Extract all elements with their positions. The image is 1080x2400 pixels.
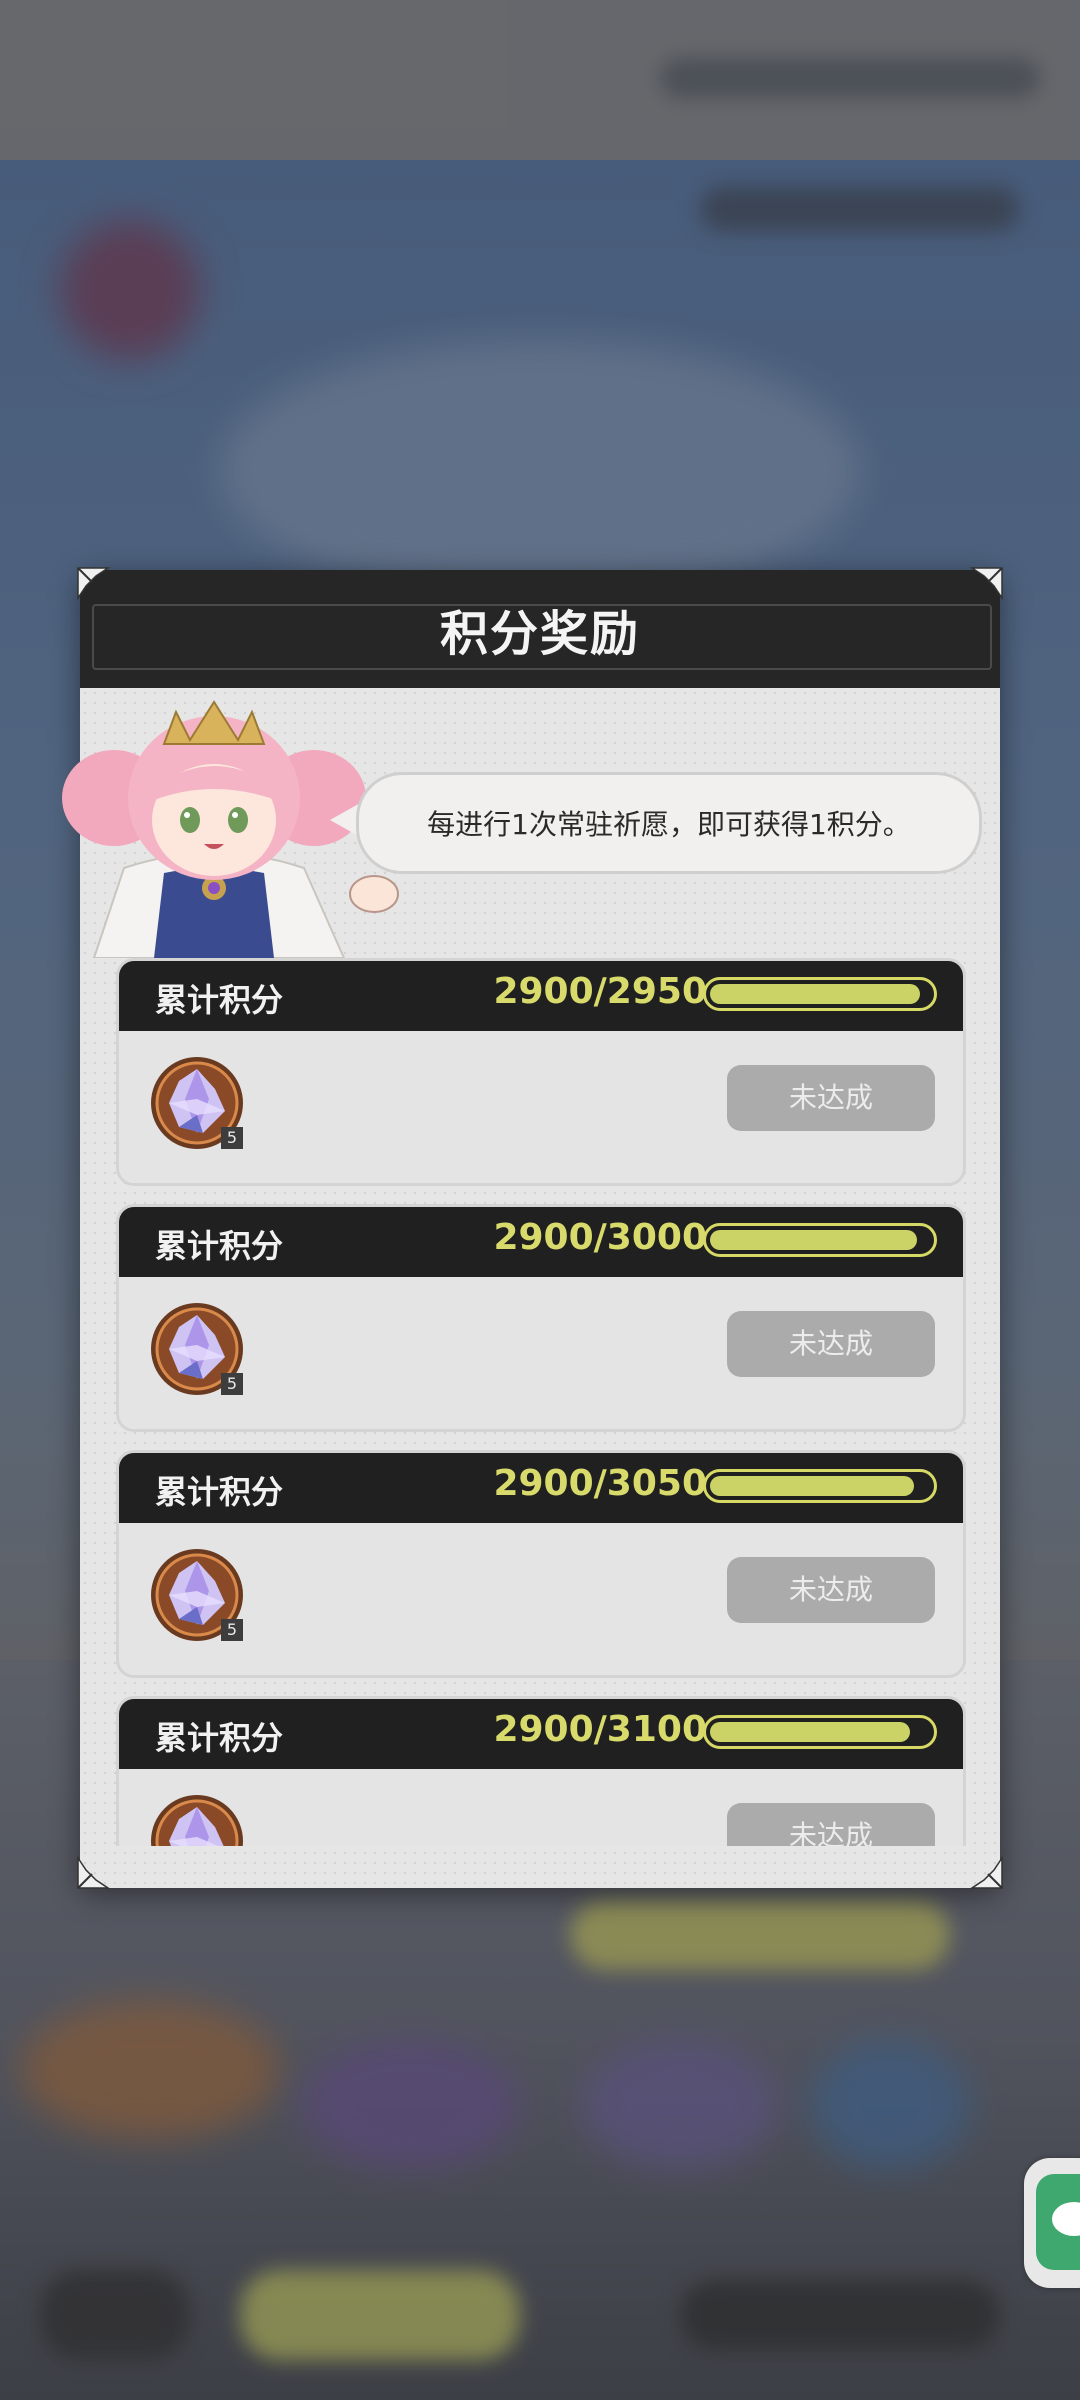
- points-progress-text: 2900/3100: [493, 1709, 707, 1750]
- modal-header: 积分奖励: [80, 570, 1000, 688]
- corner-ornament-icon: [76, 566, 110, 600]
- points-progress-text: 2900/3000: [493, 1217, 707, 1258]
- not-achieved-button[interactable]: 未达成: [727, 1065, 935, 1131]
- corner-ornament-icon: [970, 566, 1004, 600]
- cumulative-points-label: 累计积分: [155, 981, 284, 1019]
- points-progress-bar: [703, 1223, 937, 1257]
- progress-bar-fill: [710, 1230, 917, 1250]
- not-achieved-button[interactable]: 未达成: [727, 1557, 935, 1623]
- reward-quantity-badge: 5: [221, 1619, 243, 1641]
- points-progress-bar: [703, 1469, 937, 1503]
- cumulative-points-label: 累计积分: [155, 1227, 284, 1265]
- progress-bar-fill: [710, 1476, 914, 1496]
- hint-text: 每进行1次常驻祈愿，即可获得1积分。: [427, 808, 911, 841]
- points-progress-text: 2900/3050: [493, 1463, 707, 1504]
- corner-ornament-icon: [76, 1856, 110, 1890]
- reward-card: 累计积分 2900/3000 5 未达成: [116, 1204, 966, 1432]
- reward-list[interactable]: 累计积分 2900/2950 5 未达成 累计积分 2900/3000 5 未达…: [116, 958, 966, 1846]
- not-achieved-button[interactable]: 未达成: [727, 1803, 935, 1846]
- floating-chat-button[interactable]: [1024, 2158, 1080, 2288]
- not-achieved-button[interactable]: 未达成: [727, 1311, 935, 1377]
- points-progress-bar: [703, 977, 937, 1011]
- points-progress-bar: [703, 1715, 937, 1749]
- reward-card-header: 累计积分 2900/3000: [119, 1207, 963, 1277]
- points-progress-text: 2900/2950: [493, 971, 707, 1012]
- reward-quantity-badge: 5: [221, 1373, 243, 1395]
- progress-bar-fill: [710, 984, 921, 1004]
- crystal-gem-icon[interactable]: [149, 1793, 245, 1846]
- speech-bubble: 每进行1次常驻祈愿，即可获得1积分。: [356, 772, 982, 874]
- reward-card: 累计积分 2900/2950 5 未达成: [116, 958, 966, 1186]
- progress-bar-fill: [710, 1722, 911, 1742]
- chat-bubble-icon: [1052, 2202, 1080, 2236]
- reward-quantity-badge: 5: [221, 1127, 243, 1149]
- reward-card-header: 累计积分 2900/3050: [119, 1453, 963, 1523]
- cumulative-points-label: 累计积分: [155, 1473, 284, 1511]
- reward-card: 累计积分 2900/3050 5 未达成: [116, 1450, 966, 1678]
- reward-card-header: 累计积分 2900/2950: [119, 961, 963, 1031]
- reward-card: 累计积分 2900/3100 5 未达成: [116, 1696, 966, 1846]
- cumulative-points-label: 累计积分: [155, 1719, 284, 1757]
- corner-ornament-icon: [970, 1856, 1004, 1890]
- reward-card-header: 累计积分 2900/3100: [119, 1699, 963, 1769]
- modal-title: 积分奖励: [439, 606, 640, 662]
